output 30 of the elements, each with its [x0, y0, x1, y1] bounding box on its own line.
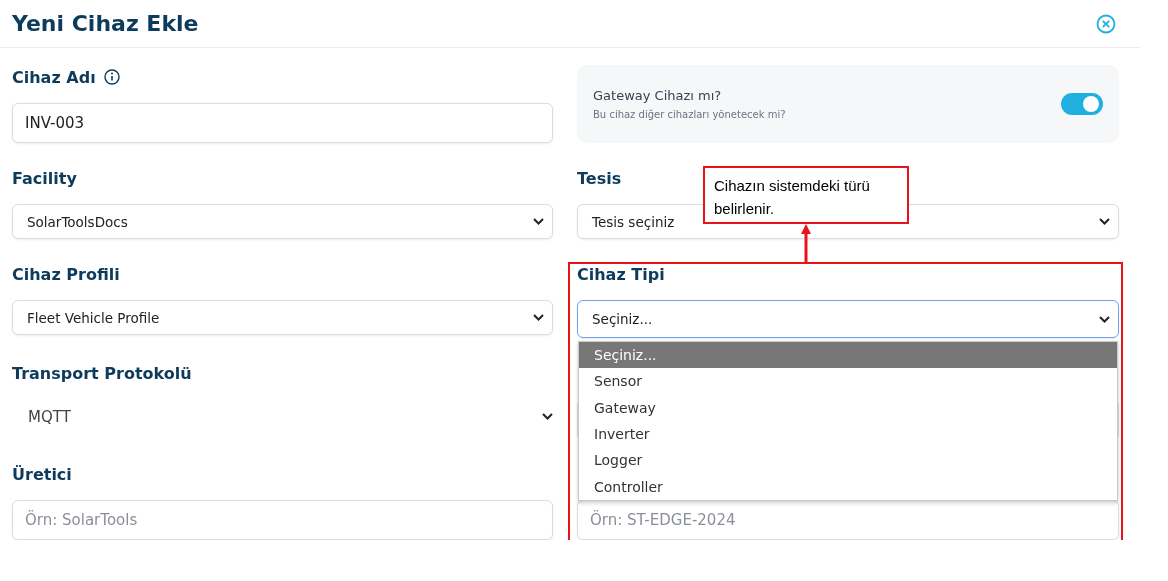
- select-field[interactable]: Seçiniz...: [577, 300, 1119, 338]
- field-label: Cihaz Profili: [12, 264, 120, 284]
- dropdown-option[interactable]: Logger: [579, 447, 1117, 474]
- field-label: Cihaz Tipi: [577, 264, 665, 284]
- card-hint: Bu cihaz diğer cihazları yönetecek mi?: [593, 109, 786, 120]
- toggle-switch[interactable]: [1061, 93, 1103, 115]
- chevron-icon: [542, 413, 553, 420]
- chevron-icon: [533, 314, 544, 321]
- chevron-icon: [1099, 315, 1110, 323]
- select-field[interactable]: MQTT: [12, 399, 553, 434]
- dropdown-option[interactable]: Sensor: [579, 368, 1117, 395]
- dropdown-option[interactable]: Inverter: [579, 420, 1117, 448]
- field-label: Üretici: [12, 464, 72, 484]
- close-button[interactable]: [1096, 13, 1116, 34]
- select-field[interactable]: SolarToolsDocs: [12, 204, 553, 239]
- field-label: Transport Protokolü: [12, 363, 192, 383]
- callout-note: Cihazın sistemdeki türü belirlenir.: [703, 166, 909, 224]
- pointer-arrow: [801, 224, 811, 263]
- text-field[interactable]: INV-003: [12, 103, 553, 143]
- chevron-icon: [533, 218, 544, 225]
- chevron-icon: [1099, 218, 1110, 225]
- dropdown-option[interactable]: Controller: [579, 473, 1117, 500]
- dropdown-option[interactable]: Seçiniz...: [579, 342, 1117, 369]
- field-label: Cihaz Adı: [12, 67, 96, 87]
- dropdown-option[interactable]: Gateway: [579, 394, 1117, 421]
- dialog-title: Yeni Cihaz Ekle: [12, 11, 199, 36]
- select-field[interactable]: Fleet Vehicle Profile: [12, 300, 553, 335]
- field-label: Facility: [12, 168, 77, 188]
- field-label: Tesis: [577, 168, 622, 188]
- card-title: Gateway Cihazı mı?: [593, 88, 723, 103]
